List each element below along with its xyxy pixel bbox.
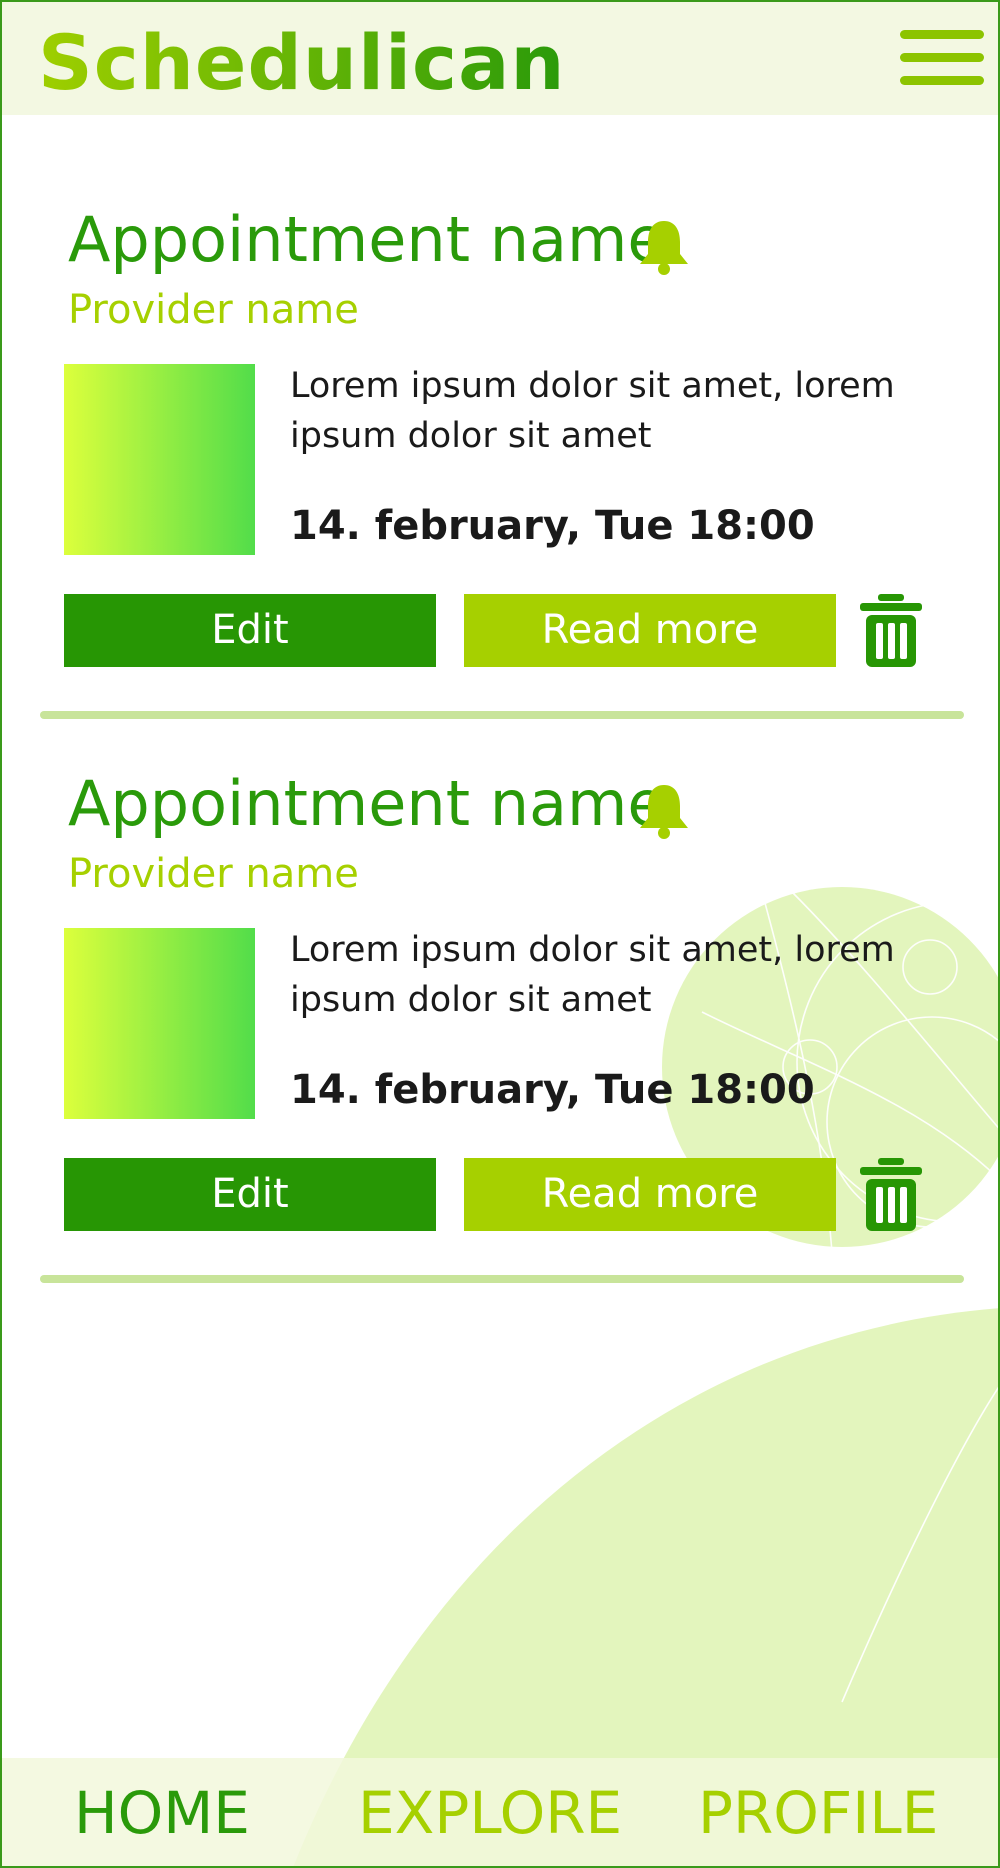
hamburger-menu-icon[interactable] — [900, 30, 984, 90]
nav-profile-tab[interactable]: PROFILE — [698, 1778, 938, 1848]
read-more-button[interactable]: Read more — [464, 594, 836, 667]
edit-button[interactable]: Edit — [64, 594, 436, 667]
nav-explore-tab[interactable]: EXPLORE — [358, 1778, 622, 1848]
bottom-navigation: HOME EXPLORE PROFILE — [2, 1758, 998, 1866]
provider-name: Provider name — [68, 287, 359, 333]
appointment-title: Appointment name — [68, 767, 666, 840]
app-header: Schedulican — [2, 2, 998, 115]
trash-icon[interactable] — [858, 593, 924, 669]
app-frame: Schedulican Appointment name Provider na… — [0, 0, 1000, 1868]
edit-button[interactable]: Edit — [64, 1158, 436, 1231]
appointment-card: Appointment name Provider name Lorem ips… — [2, 115, 998, 719]
bell-icon[interactable] — [638, 218, 690, 276]
appointment-date: 14. february, Tue 18:00 — [290, 1067, 815, 1113]
appointment-thumbnail — [64, 364, 255, 555]
appointment-description: Lorem ipsum dolor sit amet, lorem ipsum … — [290, 366, 895, 456]
card-divider — [40, 1275, 964, 1283]
appointment-description: Lorem ipsum dolor sit amet, lorem ipsum … — [290, 930, 895, 1020]
trash-icon[interactable] — [858, 1157, 924, 1233]
bell-icon[interactable] — [638, 782, 690, 840]
appointment-card: Appointment name Provider name Lorem ips… — [2, 679, 998, 1283]
appointment-title: Appointment name — [68, 203, 666, 276]
app-logo[interactable]: Schedulican — [38, 18, 566, 108]
appointment-thumbnail — [64, 928, 255, 1119]
read-more-button[interactable]: Read more — [464, 1158, 836, 1231]
nav-home-tab[interactable]: HOME — [74, 1778, 250, 1848]
provider-name: Provider name — [68, 851, 359, 897]
appointment-date: 14. february, Tue 18:00 — [290, 503, 815, 549]
